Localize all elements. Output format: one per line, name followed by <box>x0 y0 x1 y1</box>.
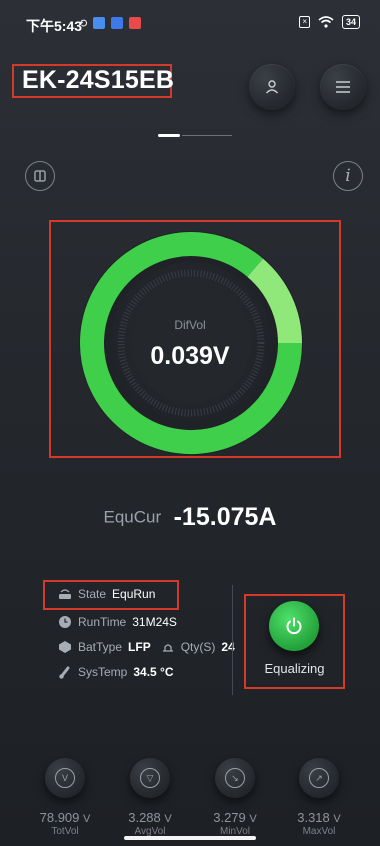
router-icon <box>59 589 71 599</box>
avgvol-value: 3.288 V <box>105 810 195 825</box>
maxvol-button[interactable]: ↗ <box>299 758 339 798</box>
voltage-icon: V <box>55 768 75 788</box>
systemp-value: 34.5 °C <box>133 665 174 679</box>
runtime-value: 31M24S <box>132 615 177 629</box>
pager-dot-active[interactable] <box>158 134 180 137</box>
maxvol-unit: V <box>333 813 341 825</box>
cell-qty-icon <box>162 644 173 652</box>
sim-x-icon: × <box>299 16 310 28</box>
clock-icon <box>59 616 71 628</box>
divider <box>232 585 233 695</box>
totvol-label: TotVol <box>51 826 79 837</box>
systemp-label: SysTemp <box>78 665 128 679</box>
battype-row: BatType LFP Qty(S) 24 <box>58 640 235 654</box>
battype-label: BatType <box>78 640 123 654</box>
equalizing-label: Equalizing <box>264 661 325 676</box>
app-red-icon <box>129 17 142 29</box>
qty-label: Qty(S) <box>180 640 216 654</box>
battery-type-icon <box>59 641 71 653</box>
runtime-label: RunTime <box>78 615 127 629</box>
state-label: State <box>78 587 107 601</box>
info-icon: i <box>345 166 351 186</box>
minvol-button[interactable]: ↘ <box>215 758 255 798</box>
min-icon: ↘ <box>225 768 245 788</box>
user-button[interactable] <box>249 64 295 110</box>
info-button[interactable]: i <box>333 161 363 191</box>
gauge-label: DifVol <box>174 318 206 332</box>
minvol-unit: V <box>249 813 257 825</box>
gauge-value: 0.039V <box>150 342 230 370</box>
user-icon <box>265 80 279 94</box>
battype-value: LFP <box>128 640 151 654</box>
totvol-value: 78.909 V <box>20 810 110 825</box>
minvol-value: 3.279 V <box>190 810 280 825</box>
device-name: EK-24S15EB <box>22 66 175 94</box>
book-button[interactable] <box>25 161 55 191</box>
home-indicator[interactable] <box>124 836 256 840</box>
battery-icon: 34 <box>341 15 360 29</box>
menu-icon <box>336 81 350 93</box>
thermometer-icon <box>59 666 70 679</box>
totvol-unit: V <box>83 813 91 825</box>
state-value: EquRun <box>112 587 156 601</box>
app-blue-icon <box>111 17 124 29</box>
avgvol-button[interactable]: ▽ <box>130 758 170 798</box>
max-icon: ↗ <box>309 768 329 788</box>
totvol-button[interactable]: V <box>45 758 85 798</box>
message-icon <box>93 17 106 29</box>
maxvol-number: 3.318 <box>297 810 330 825</box>
equ-current: EquCur -15.075A <box>0 503 380 532</box>
average-icon: ▽ <box>140 768 160 788</box>
maxvol-value: 3.318 V <box>274 810 364 825</box>
avgvol-number: 3.288 <box>128 810 161 825</box>
equ-value: -15.075A <box>173 503 277 531</box>
systemp-row: SysTemp 34.5 °C <box>58 665 174 679</box>
power-icon <box>286 617 302 635</box>
wifi-icon <box>318 16 334 28</box>
state-row: State EquRun <box>58 587 155 601</box>
equalize-power-button[interactable] <box>269 601 319 651</box>
status-time: 下午5:43 <box>26 18 83 34</box>
menu-button[interactable] <box>320 64 366 110</box>
minvol-number: 3.279 <box>213 810 246 825</box>
equ-label: EquCur <box>103 507 162 527</box>
book-icon <box>34 170 46 182</box>
status-icons: ⟲ <box>78 17 142 30</box>
sync-off-icon: ⟲ <box>78 18 88 30</box>
status-right: × 34 <box>299 15 360 29</box>
pager-dot[interactable] <box>182 135 232 136</box>
totvol-number: 78.909 <box>39 810 80 825</box>
runtime-row: RunTime 31M24S <box>58 615 177 629</box>
maxvol-label: MaxVol <box>302 826 336 837</box>
avgvol-unit: V <box>164 813 172 825</box>
